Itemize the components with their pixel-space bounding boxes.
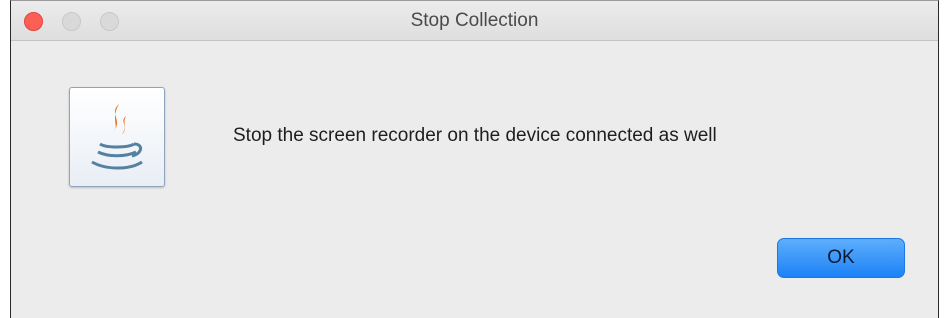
dialog-message: Stop the screen recorder on the device c… — [233, 125, 717, 146]
ok-button[interactable]: OK — [777, 238, 905, 278]
window-title: Stop Collection — [410, 10, 539, 31]
title-bar: Stop Collection — [11, 1, 938, 41]
java-coffee-icon — [69, 87, 165, 187]
dialog-window: Stop Collection Stop the screen recorder… — [10, 0, 939, 318]
